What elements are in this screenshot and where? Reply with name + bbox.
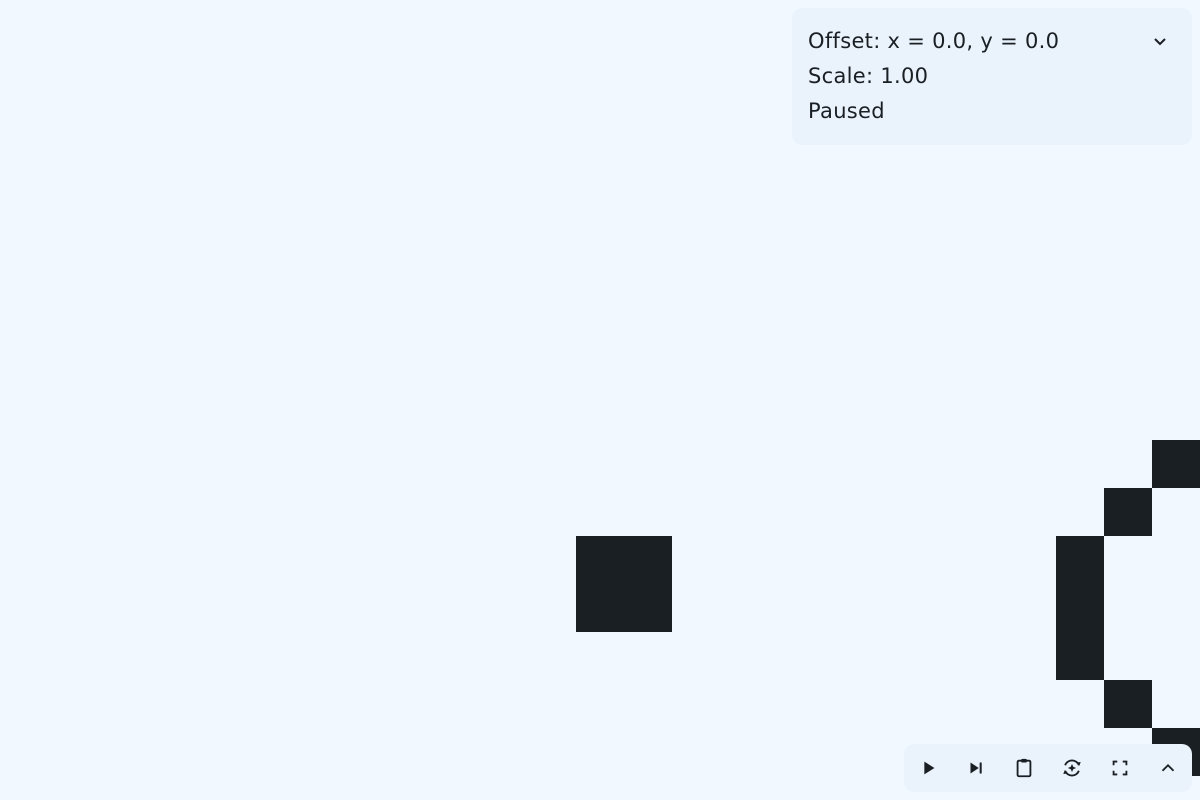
play-icon xyxy=(924,761,935,775)
chevron-up-icon xyxy=(1161,763,1175,772)
fullscreen-button[interactable] xyxy=(1096,744,1144,792)
play-button[interactable] xyxy=(904,744,952,792)
offset-readout: Offset: x = 0.0, y = 0.0 xyxy=(808,29,1060,53)
scale-readout: Scale: 1.00 xyxy=(808,64,929,88)
clipboard-button[interactable] xyxy=(1000,744,1048,792)
alive-cell[interactable] xyxy=(1056,536,1104,584)
skip-next-icon xyxy=(970,762,982,774)
alive-cell[interactable] xyxy=(1056,632,1104,680)
step-button[interactable] xyxy=(952,744,1000,792)
clipboard-icon xyxy=(1016,758,1032,778)
alive-cell[interactable] xyxy=(576,584,624,632)
reset-icon xyxy=(1063,759,1081,777)
alive-cell[interactable] xyxy=(576,536,624,584)
collapse-panel-button[interactable] xyxy=(1148,30,1172,54)
status-readout: Paused xyxy=(808,99,885,123)
alive-cell[interactable] xyxy=(1104,680,1152,728)
alive-cell[interactable] xyxy=(624,536,672,584)
alive-cell[interactable] xyxy=(1056,584,1104,632)
chevron-down-icon xyxy=(1154,38,1166,46)
info-panel: Offset: x = 0.0, y = 0.0 Scale: 1.00 Pau… xyxy=(792,8,1192,145)
alive-cell[interactable] xyxy=(624,584,672,632)
toolbar xyxy=(904,744,1192,792)
alive-cell[interactable] xyxy=(1104,488,1152,536)
fullscreen-icon xyxy=(1112,760,1128,776)
expand-toolbar-button[interactable] xyxy=(1144,744,1192,792)
reset-button[interactable] xyxy=(1048,744,1096,792)
alive-cell[interactable] xyxy=(1152,440,1200,488)
